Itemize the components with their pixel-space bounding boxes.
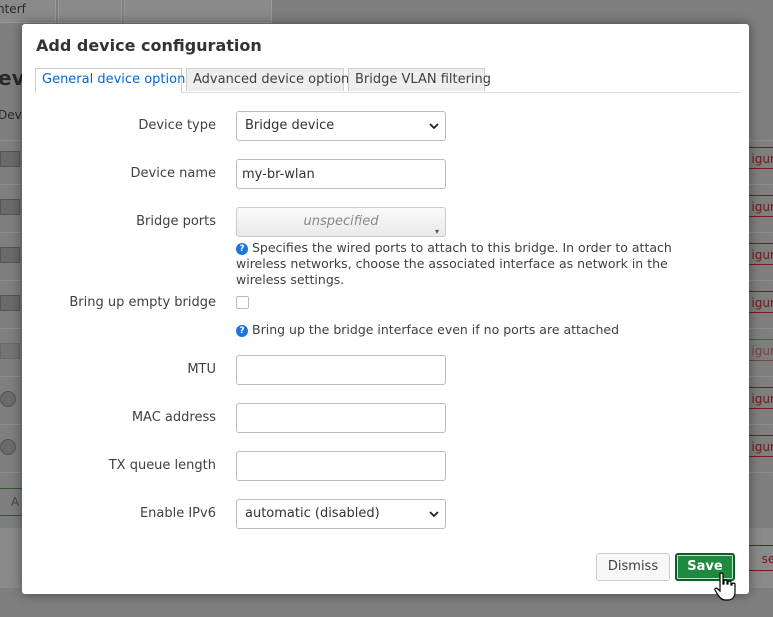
- tab-general-device-options[interactable]: General device options: [35, 68, 192, 93]
- mtu-label: MTU: [187, 362, 216, 377]
- bridge-ports-dropdown[interactable]: unspecified ▾: [236, 207, 446, 237]
- device-name-label: Device name: [130, 166, 216, 181]
- device-type-label: Device type: [138, 118, 216, 133]
- bridge-ports-help: ? Specifies the wired ports to attach to …: [236, 240, 716, 288]
- hand-cursor-icon: [714, 572, 736, 601]
- bring-up-empty-bridge-checkbox[interactable]: [236, 296, 249, 309]
- background-configure-label: igure: [751, 296, 773, 310]
- device-name-input[interactable]: [236, 159, 446, 189]
- device-type-value: Bridge device: [245, 118, 335, 133]
- tab-bridge-vlan-filtering[interactable]: Bridge VLAN filtering: [348, 68, 491, 91]
- mac-address-label: MAC address: [131, 410, 216, 425]
- mac-address-input[interactable]: [236, 403, 446, 433]
- background-configure-label: igure: [751, 440, 773, 454]
- enable-ipv6-value: automatic (disabled): [245, 506, 380, 521]
- network-device-icon: [0, 439, 16, 455]
- add-device-modal: Add device configuration General device …: [22, 24, 749, 601]
- background-configure-label: igure: [751, 200, 773, 214]
- tx-queue-length-label: TX queue length: [108, 458, 216, 473]
- background-add-label: A: [10, 495, 20, 509]
- modal-tabs: General device options Advanced device o…: [35, 68, 741, 93]
- bring-up-empty-bridge-help-text: Bring up the bridge interface even if no…: [252, 322, 620, 337]
- background-configure-label: igure: [751, 152, 773, 166]
- bridge-ports-value: unspecified: [303, 214, 379, 229]
- mtu-input[interactable]: [236, 355, 446, 385]
- network-device-icon: [0, 247, 20, 263]
- bridge-ports-help-text: Specifies the wired ports to attach to t…: [236, 240, 672, 287]
- background-reset-label: set: [761, 552, 773, 566]
- chevron-down-icon: [429, 511, 439, 518]
- help-icon: ?: [236, 325, 248, 337]
- background-tab: [124, 0, 272, 23]
- bring-up-empty-bridge-label: Bring up empty bridge: [69, 295, 216, 310]
- background-page-title: ev: [0, 66, 25, 90]
- bring-up-empty-bridge-help: ? Bring up the bridge interface even if n…: [236, 322, 716, 338]
- help-icon: ?: [236, 243, 248, 255]
- network-device-icon: [0, 151, 20, 167]
- enable-ipv6-label: Enable IPv6: [139, 506, 216, 521]
- background-tab-label: nterf: [0, 2, 26, 16]
- network-device-icon: [0, 295, 20, 311]
- tx-queue-length-input[interactable]: [236, 451, 446, 481]
- chevron-down-icon: [429, 123, 439, 130]
- device-type-select[interactable]: Bridge device: [236, 111, 446, 141]
- background-tab: nterf: [0, 0, 56, 23]
- background-configure-label: igure: [751, 344, 773, 358]
- network-device-icon: [0, 343, 20, 359]
- bridge-ports-label: Bridge ports: [136, 214, 216, 229]
- background-tab: [58, 0, 122, 23]
- modal-title: Add device configuration: [36, 36, 262, 55]
- background-configure-label: igure: [751, 392, 773, 406]
- network-device-icon: [0, 199, 20, 215]
- background-section-label: Dev: [0, 108, 22, 122]
- tab-advanced-device-options[interactable]: Advanced device options: [186, 68, 356, 91]
- dismiss-button[interactable]: Dismiss: [596, 553, 670, 581]
- network-device-icon: [0, 391, 16, 407]
- enable-ipv6-select[interactable]: automatic (disabled): [236, 499, 446, 529]
- background-configure-label: igure: [751, 248, 773, 262]
